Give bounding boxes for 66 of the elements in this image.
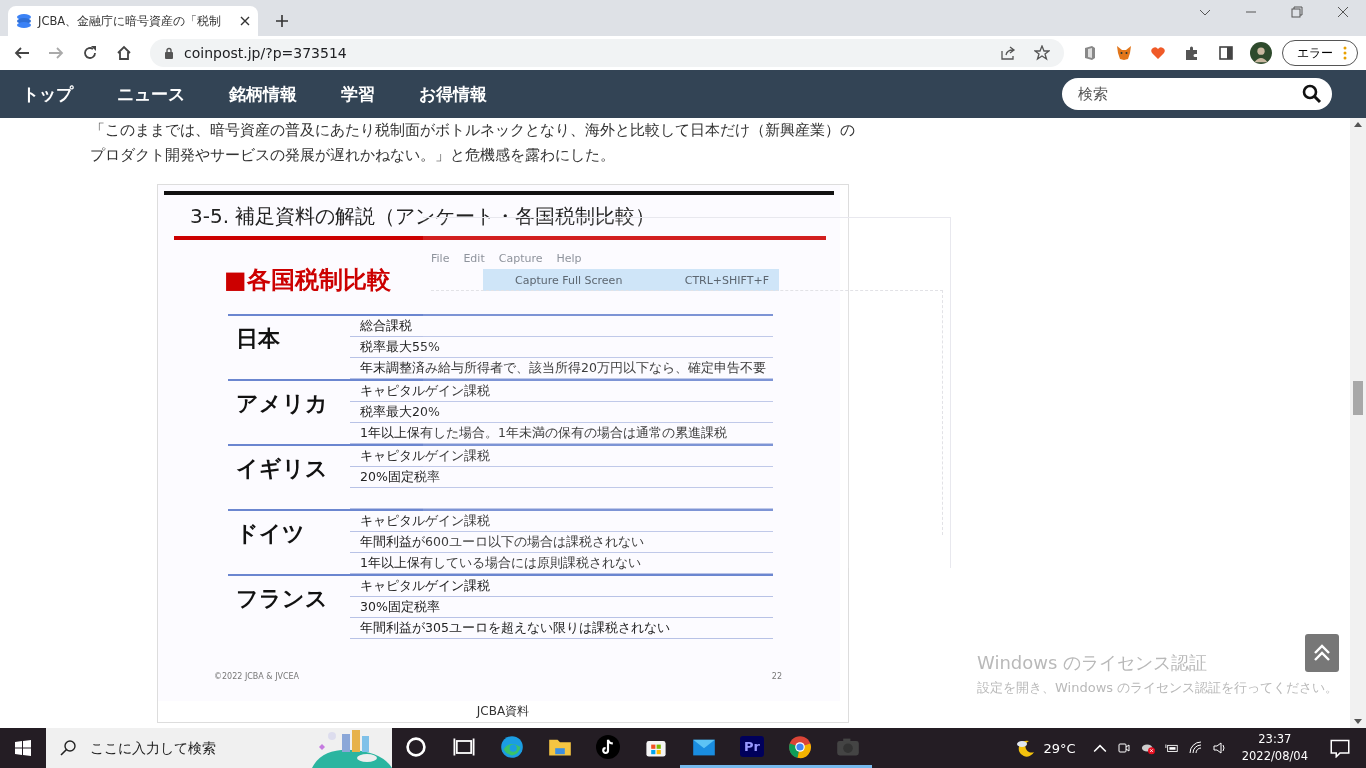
edge-icon	[500, 734, 524, 759]
slide-heading: ■各国税制比較	[224, 265, 391, 296]
close-icon[interactable]	[1337, 6, 1349, 18]
nav-link[interactable]: 銘柄情報	[229, 82, 297, 106]
close-icon[interactable]	[240, 16, 250, 26]
avatar-icon[interactable]	[1250, 42, 1272, 64]
tax-rule-text: キャピタルゲイン課税	[360, 577, 490, 595]
tax-rule-text: キャピタルゲイン課税	[360, 512, 490, 530]
double-chevron-up-icon	[1312, 643, 1332, 663]
activation-title: Windows のライセンス認証	[977, 651, 1208, 675]
address-bar[interactable]: coinpost.jp/?p=373514	[150, 39, 1064, 67]
nav-link[interactable]: トップ	[22, 82, 73, 106]
tax-rule-text: 税率最大55%	[360, 338, 440, 356]
plus-icon[interactable]	[276, 15, 288, 27]
country-name: アメリカ	[235, 390, 329, 418]
taskbar-search-field[interactable]: ここに入力して検索	[86, 728, 312, 768]
scroll-to-top-button[interactable]	[1305, 634, 1339, 672]
notification-icon[interactable]	[1330, 738, 1350, 758]
nav-link[interactable]: 学習	[341, 82, 375, 106]
search-icon[interactable]	[1302, 84, 1322, 104]
profile-button[interactable]: エラー	[1282, 40, 1358, 66]
tab-title: JCBA、金融庁に暗号資産の「税制	[38, 13, 223, 29]
country-name: ドイツ	[235, 520, 306, 548]
country-name: フランス	[235, 585, 329, 613]
taskbar-app[interactable]: Pr	[728, 728, 776, 768]
tax-rule-text: 20%固定税率	[360, 468, 440, 486]
menu-entry[interactable]: Capture Full Screen CTRL+SHIFT+F	[483, 269, 779, 291]
tax-rule-text: 年間利益が305ユーロを超えない限りは課税されない	[360, 619, 670, 637]
article-paragraph: 「このままでは、暗号資産の普及にあたり税制面がボトルネックとなり、海外と比較して日本だけ（新興産業）の プロダクト開発やサービスの発展が遅れかねない。」と危機感を露わにした。	[90, 120, 856, 166]
tax-rule-text: 1年以上保有している場合には原則課税されない	[360, 554, 641, 572]
browser-tab[interactable]: JCBA、金融庁に暗号資産の「税制	[8, 6, 258, 36]
tax-rule-text: 税率最大20%	[360, 403, 440, 421]
tax-rule-text: 年末調整済み給与所得者で、該当所得20万円以下なら、確定申告不要	[360, 359, 766, 377]
search-field[interactable]: 検索	[1062, 78, 1332, 110]
tax-rule-text: 30%固定税率	[360, 598, 440, 616]
country-name: 日本	[235, 325, 281, 353]
image-caption: JCBA資料	[475, 703, 531, 720]
coin-stack-icon	[16, 13, 32, 29]
slide-footer: ©2022 JCBA & JVCEA	[214, 672, 300, 681]
wifi-icon[interactable]	[1188, 741, 1203, 755]
tax-rule-text: 1年以上保有した場合。1年未満の保有の場合は通常の累進課税	[360, 424, 727, 442]
country-name: イギリス	[235, 455, 329, 483]
restore-icon[interactable]	[1291, 6, 1303, 18]
clock[interactable]: 23:37 2022/08/04	[1241, 731, 1308, 765]
temperature-text: 29°C	[1043, 740, 1076, 756]
moon-cloud-icon[interactable]	[1015, 738, 1036, 758]
scrollbar[interactable]	[1350, 118, 1366, 728]
scroll-up-icon[interactable]	[1354, 122, 1362, 127]
tax-rule-text: 総合課税	[360, 317, 412, 335]
meet-now-icon[interactable]	[1116, 741, 1131, 755]
scrollbar-thumb[interactable]	[1353, 381, 1363, 415]
more-icon	[1343, 46, 1347, 60]
premiere-logo: Pr	[740, 736, 764, 757]
tax-rule-text: 年間利益が600ユーロ以下の場合は課税されない	[360, 533, 644, 551]
speaker-icon[interactable]	[1212, 741, 1227, 755]
nav-link[interactable]: ニュース	[117, 82, 185, 106]
page-number: 22	[771, 672, 782, 681]
activation-text: 設定を開き、Windows のライセンス認証を行ってください。	[977, 679, 1339, 697]
circle-icon	[404, 734, 428, 759]
music-note-icon	[596, 734, 620, 759]
lock-icon	[164, 47, 174, 59]
tax-rule-text: キャピタルゲイン課税	[360, 447, 490, 465]
chrome-icon	[788, 734, 812, 759]
nav-link[interactable]: お得情報	[419, 82, 487, 106]
scroll-down-icon[interactable]	[1354, 719, 1362, 724]
tax-rule-text: キャピタルゲイン課税	[360, 382, 490, 400]
